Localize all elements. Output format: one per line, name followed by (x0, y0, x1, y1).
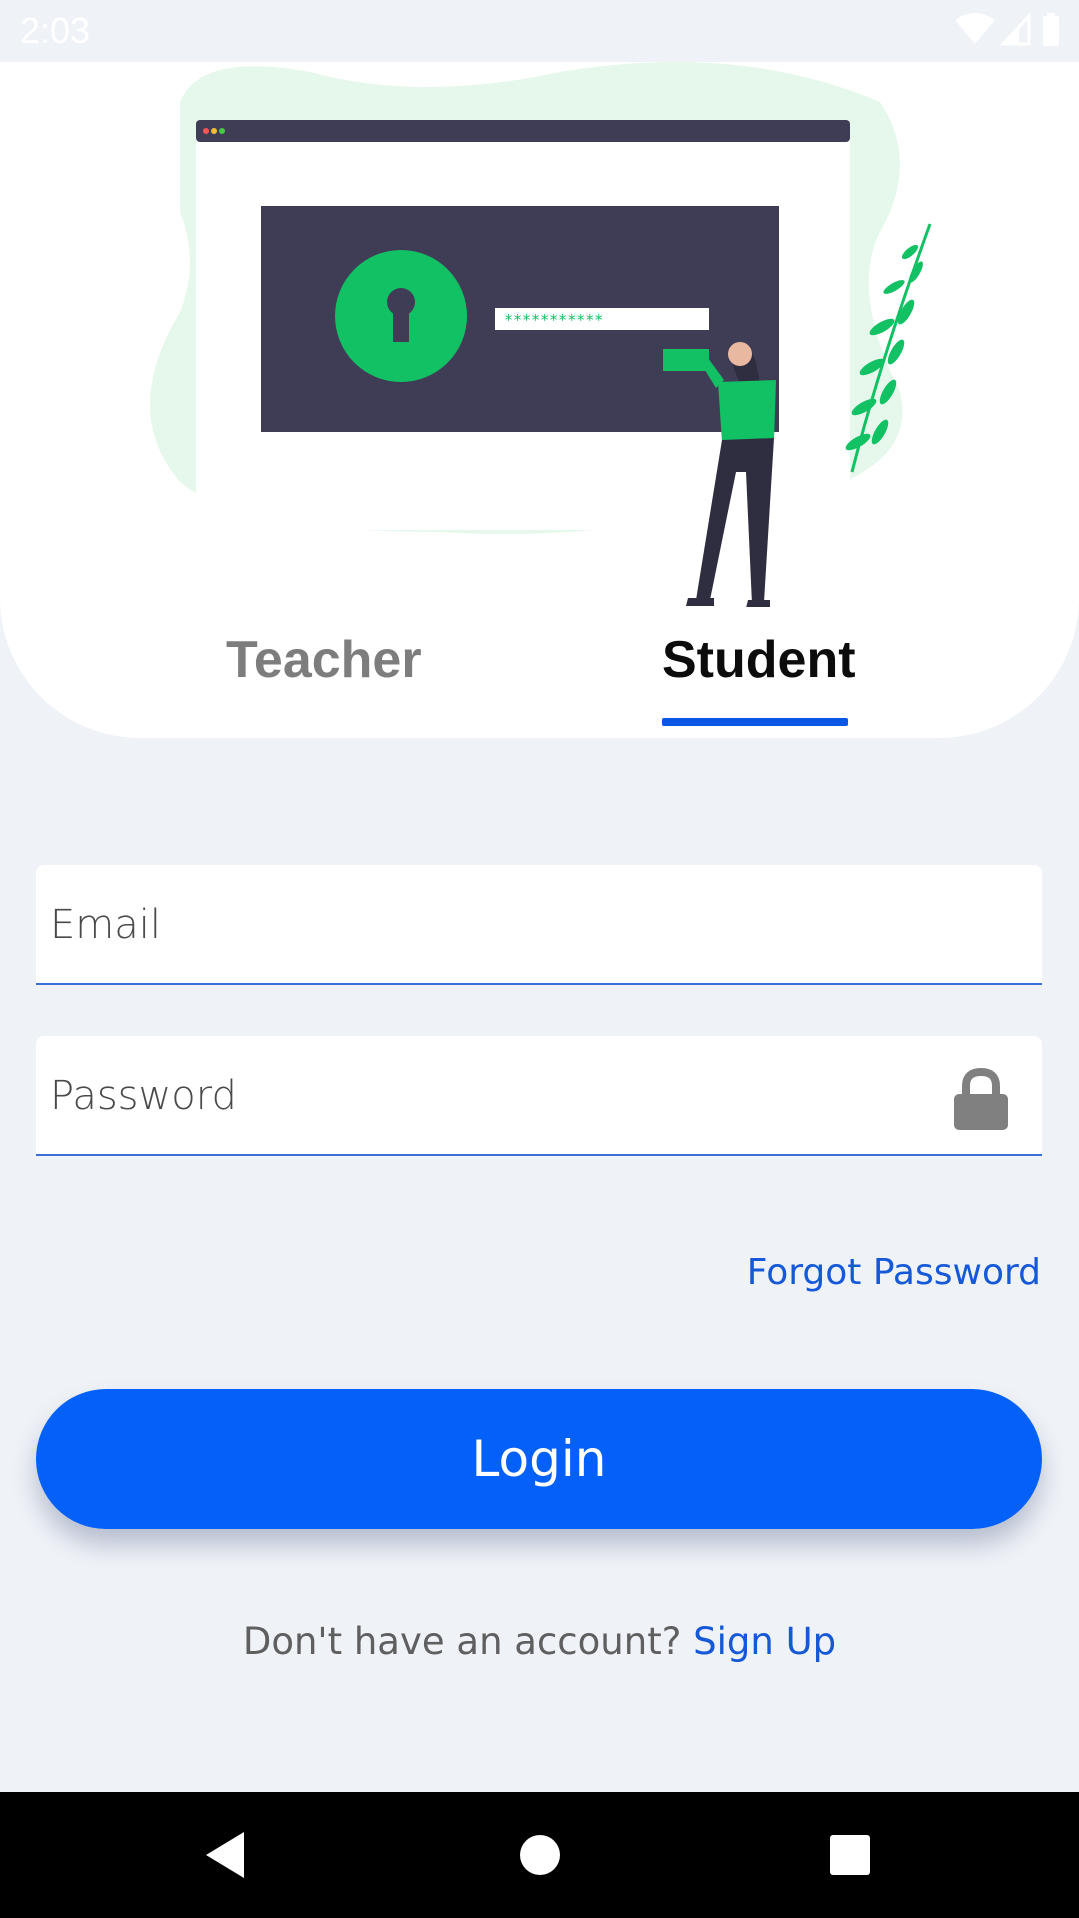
wifi-icon (955, 13, 995, 44)
tab-selected-indicator (662, 718, 848, 726)
password-mask-text: *********** (504, 311, 603, 329)
sign-up-link[interactable]: Sign Up (693, 1620, 836, 1663)
signal-icon (999, 12, 1031, 46)
email-field[interactable] (36, 865, 1042, 985)
status-icons (953, 12, 1063, 48)
password-field[interactable] (36, 1036, 1042, 1156)
password-input[interactable] (48, 1036, 952, 1156)
back-button[interactable] (166, 1792, 286, 1918)
tab-teacher[interactable]: Teacher (226, 630, 422, 690)
home-button[interactable] (480, 1792, 600, 1918)
signup-prompt-text: Don't have an account? (242, 1620, 682, 1663)
lock-icon[interactable] (952, 1068, 1010, 1132)
login-button[interactable]: Login (36, 1389, 1042, 1529)
status-time: 2:03 (20, 10, 91, 51)
signup-prompt: Don't have an account? Sign Up (0, 1620, 1079, 1663)
forgot-password-link[interactable]: Forgot Password (747, 1252, 1041, 1293)
email-input[interactable] (48, 865, 952, 985)
recents-button[interactable] (790, 1792, 910, 1918)
tab-student[interactable]: Student (662, 630, 856, 690)
navigation-bar (0, 1792, 1079, 1918)
hero-panel: *********** Teacher Student (0, 62, 1079, 738)
home-icon (520, 1835, 560, 1875)
recents-icon (830, 1835, 870, 1875)
back-icon (206, 1832, 244, 1878)
login-illustration: *********** (150, 62, 932, 607)
battery-icon (1043, 13, 1059, 46)
status-bar: 2:03 (0, 0, 1079, 62)
